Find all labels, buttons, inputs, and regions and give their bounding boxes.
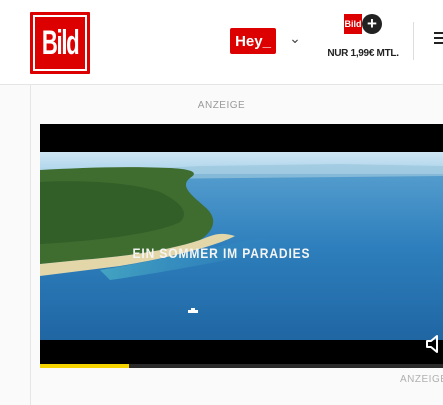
video-progress-fill	[40, 364, 129, 368]
chevron-down-icon[interactable]: ⌄	[287, 28, 303, 48]
page: Bild Hey_ ⌄ Bild + NUR 1,99€ MTL. ANZEIG…	[0, 0, 443, 405]
bildplus-subscribe-button[interactable]: Bild + NUR 1,99€ MTL.	[322, 14, 404, 64]
hey-button[interactable]: Hey_	[230, 28, 276, 54]
ad-label-top: ANZEIGE	[197, 100, 246, 111]
ad-video-player[interactable]	[40, 124, 443, 364]
header-divider	[413, 22, 414, 60]
ad-label-bottom: ANZEIGE	[400, 374, 443, 385]
bildplus-logo: Bild	[344, 14, 362, 34]
video-progress-bar[interactable]	[40, 364, 443, 368]
bild-logo[interactable]: Bild	[30, 12, 90, 74]
speaker-icon[interactable]	[425, 334, 443, 354]
bildplus-price: NUR 1,99€ MTL.	[327, 48, 399, 59]
hamburger-icon[interactable]	[434, 32, 443, 46]
site-header: Bild Hey_ ⌄ Bild + NUR 1,99€ MTL.	[0, 0, 443, 85]
video-caption: EIN SOMMER IM PARADIES	[132, 245, 311, 261]
logo-text: Bild	[41, 23, 80, 62]
plus-icon: +	[362, 14, 382, 34]
